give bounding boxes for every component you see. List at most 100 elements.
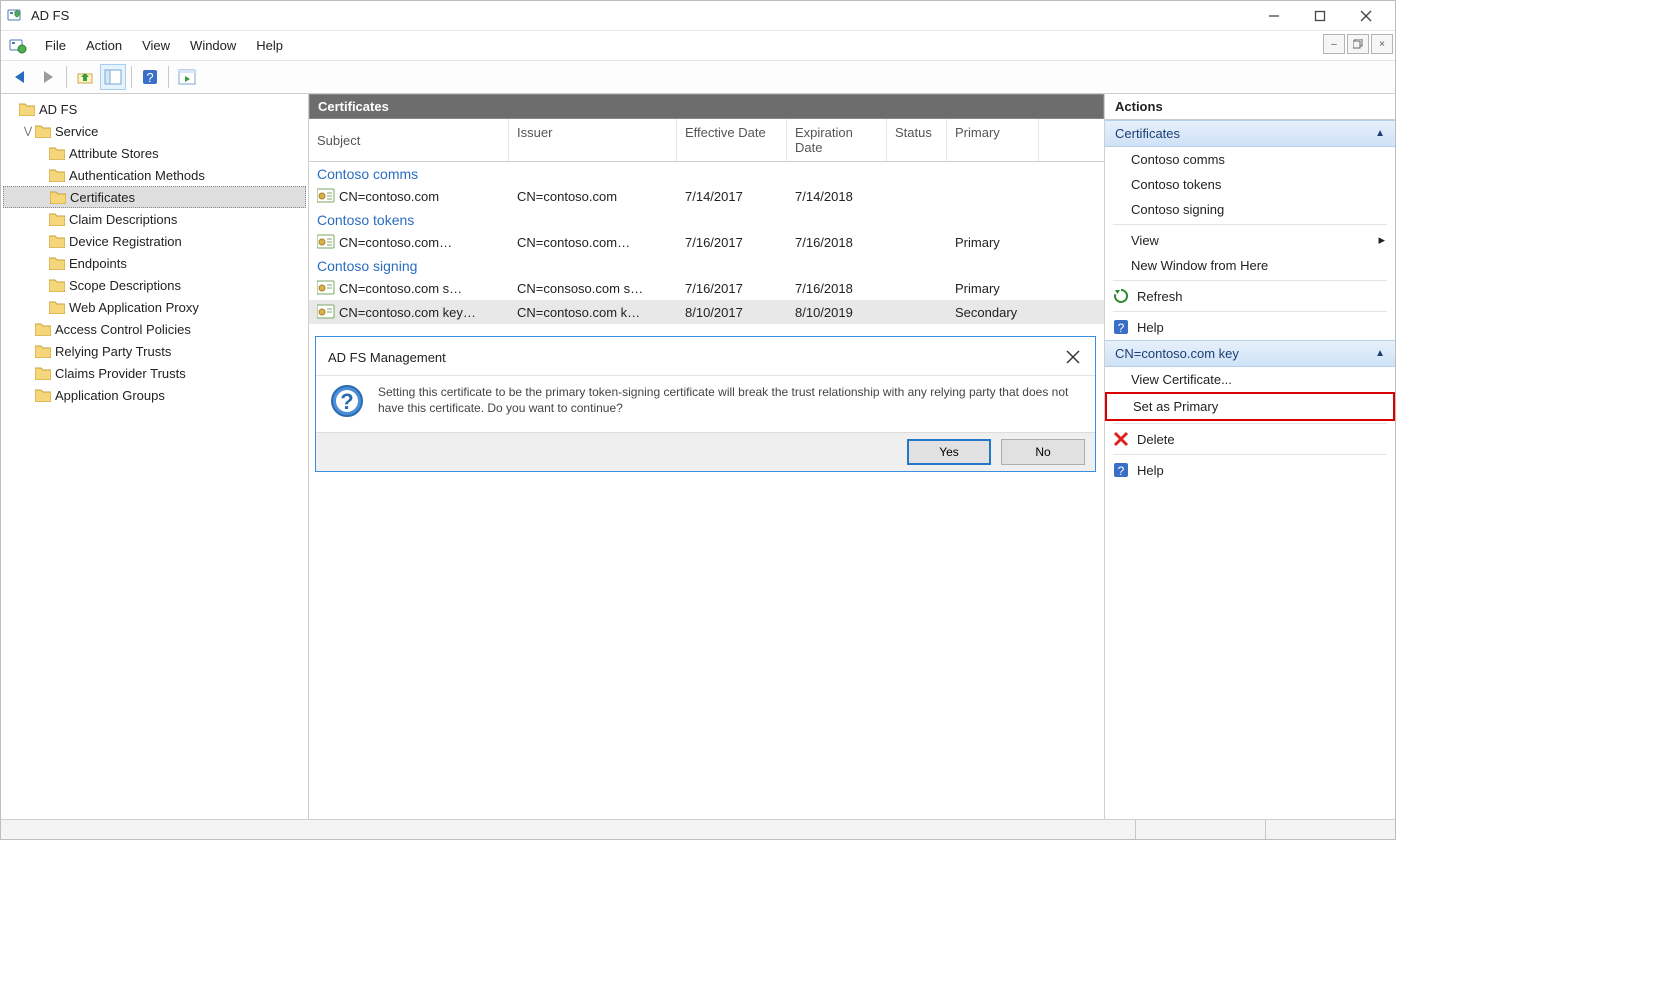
tree-label: Relying Party Trusts: [55, 344, 171, 359]
group-tokens[interactable]: Contoso tokens: [309, 208, 1104, 230]
actions-section-certificates[interactable]: Certificates▲: [1105, 120, 1395, 147]
menu-file[interactable]: File: [35, 34, 76, 57]
nav-back-button[interactable]: [7, 64, 33, 90]
menu-bar: File Action View Window Help – ×: [1, 31, 1395, 61]
mmc-window: AD FS File Action View Window Help – × ?: [0, 0, 1396, 840]
svg-text:?: ?: [1118, 464, 1125, 478]
tree-label: Service: [55, 124, 98, 139]
column-header-row: Subject Issuer Effective Date Expiration…: [309, 119, 1104, 162]
tree-application-groups[interactable]: Application Groups: [3, 384, 306, 406]
action-set-as-primary[interactable]: Set as Primary: [1105, 392, 1395, 421]
col-issuer[interactable]: Issuer: [509, 119, 677, 161]
action-help[interactable]: ?Help: [1105, 314, 1395, 340]
actions-pane: Actions Certificates▲ Contoso comms Cont…: [1105, 94, 1395, 819]
menu-window[interactable]: Window: [180, 34, 246, 57]
action-view[interactable]: View▸: [1105, 227, 1395, 253]
maximize-button[interactable]: [1297, 1, 1343, 31]
svg-text:?: ?: [1118, 321, 1125, 335]
tree-claim-descriptions[interactable]: Claim Descriptions: [3, 208, 306, 230]
menu-action[interactable]: Action: [76, 34, 132, 57]
tree-attribute-stores[interactable]: Attribute Stores: [3, 142, 306, 164]
mdi-restore[interactable]: [1347, 34, 1369, 54]
group-signing[interactable]: Contoso signing: [309, 254, 1104, 276]
tree-label: Claim Descriptions: [69, 212, 177, 227]
cert-row[interactable]: CN=contoso.com… CN=contoso.com… 7/16/201…: [309, 230, 1104, 254]
refresh-icon: [1113, 288, 1129, 304]
actions-title: Actions: [1105, 94, 1395, 120]
tree-label: Attribute Stores: [69, 146, 159, 161]
tree-label: AD FS: [39, 102, 77, 117]
delete-icon: [1113, 431, 1129, 447]
tree-label: Web Application Proxy: [69, 300, 199, 315]
tree-access-control-policies[interactable]: Access Control Policies: [3, 318, 306, 340]
details-header: Certificates: [309, 94, 1104, 119]
action-contoso-signing[interactable]: Contoso signing: [1105, 197, 1395, 222]
tree-web-application-proxy[interactable]: Web Application Proxy: [3, 296, 306, 318]
cert-row-selected[interactable]: CN=contoso.com key… CN=contoso.com k… 8/…: [309, 300, 1104, 324]
mdi-minimize[interactable]: –: [1323, 34, 1345, 54]
mdi-window-controls: – ×: [1323, 34, 1393, 54]
close-button[interactable]: [1343, 1, 1389, 31]
tree-label: Device Registration: [69, 234, 182, 249]
chevron-down-icon[interactable]: ⋁: [21, 126, 35, 137]
dialog-close-button[interactable]: [1061, 345, 1085, 369]
show-hide-tree-button[interactable]: [100, 64, 126, 90]
action-new-window[interactable]: New Window from Here: [1105, 253, 1395, 278]
svg-text:?: ?: [146, 70, 153, 85]
tree-claims-provider-trusts[interactable]: Claims Provider Trusts: [3, 362, 306, 384]
adfs-app-icon: [7, 7, 25, 25]
col-subject[interactable]: Subject: [309, 119, 509, 161]
action-help-2[interactable]: ?Help: [1105, 457, 1395, 483]
action-refresh[interactable]: Refresh: [1105, 283, 1395, 309]
cert-row[interactable]: CN=contoso.com CN=contoso.com 7/14/2017 …: [309, 184, 1104, 208]
help-icon: ?: [1113, 319, 1129, 335]
chevron-right-icon: ▸: [1378, 232, 1385, 248]
dialog-yes-button[interactable]: Yes: [907, 439, 991, 465]
action-contoso-comms[interactable]: Contoso comms: [1105, 147, 1395, 172]
action-delete[interactable]: Delete: [1105, 426, 1395, 452]
properties-button[interactable]: [174, 64, 200, 90]
svg-text:?: ?: [340, 389, 353, 414]
col-effective[interactable]: Effective Date: [677, 119, 787, 161]
navigation-tree[interactable]: AD FS ⋁ Service Attribute Stores Authent…: [1, 94, 309, 819]
minimize-button[interactable]: [1251, 1, 1297, 31]
cert-row[interactable]: CN=contoso.com s… CN=consoso.com s… 7/16…: [309, 276, 1104, 300]
group-comms[interactable]: Contoso comms: [309, 162, 1104, 184]
certificate-icon: [317, 188, 335, 204]
tree-root-adfs[interactable]: AD FS: [3, 98, 306, 120]
help-icon: ?: [1113, 462, 1129, 478]
menu-help[interactable]: Help: [246, 34, 293, 57]
help-button[interactable]: ?: [137, 64, 163, 90]
certificates-list: Contoso comms CN=contoso.com CN=contoso.…: [309, 162, 1104, 324]
tree-label: Authentication Methods: [69, 168, 205, 183]
collapse-icon: ▲: [1375, 348, 1385, 359]
actions-section-selected-cert[interactable]: CN=contoso.com key▲: [1105, 340, 1395, 367]
tree-endpoints[interactable]: Endpoints: [3, 252, 306, 274]
col-status[interactable]: Status: [887, 119, 947, 161]
tree-label: Access Control Policies: [55, 322, 191, 337]
tree-certificates[interactable]: Certificates: [3, 186, 306, 208]
tree-authentication-methods[interactable]: Authentication Methods: [3, 164, 306, 186]
action-view-certificate[interactable]: View Certificate...: [1105, 367, 1395, 392]
dialog-no-button[interactable]: No: [1001, 439, 1085, 465]
tree-relying-party-trusts[interactable]: Relying Party Trusts: [3, 340, 306, 362]
col-expiration[interactable]: Expiration Date: [787, 119, 887, 161]
tree-service[interactable]: ⋁ Service: [3, 120, 306, 142]
folder-icon: [35, 124, 51, 138]
nav-forward-button[interactable]: [35, 64, 61, 90]
tree-label: Scope Descriptions: [69, 278, 181, 293]
tree-label: Claims Provider Trusts: [55, 366, 186, 381]
up-folder-button[interactable]: [72, 64, 98, 90]
dialog-text: Setting this certificate to be the prima…: [378, 384, 1081, 418]
col-primary[interactable]: Primary: [947, 119, 1039, 161]
adfs-menu-icon: [9, 37, 27, 55]
mdi-close[interactable]: ×: [1371, 34, 1393, 54]
action-contoso-tokens[interactable]: Contoso tokens: [1105, 172, 1395, 197]
menu-view[interactable]: View: [132, 34, 180, 57]
question-icon: ?: [330, 384, 364, 418]
title-bar: AD FS: [1, 1, 1395, 31]
tree-scope-descriptions[interactable]: Scope Descriptions: [3, 274, 306, 296]
folder-icon: [19, 102, 35, 116]
dialog-title: AD FS Management: [328, 350, 1061, 365]
tree-device-registration[interactable]: Device Registration: [3, 230, 306, 252]
